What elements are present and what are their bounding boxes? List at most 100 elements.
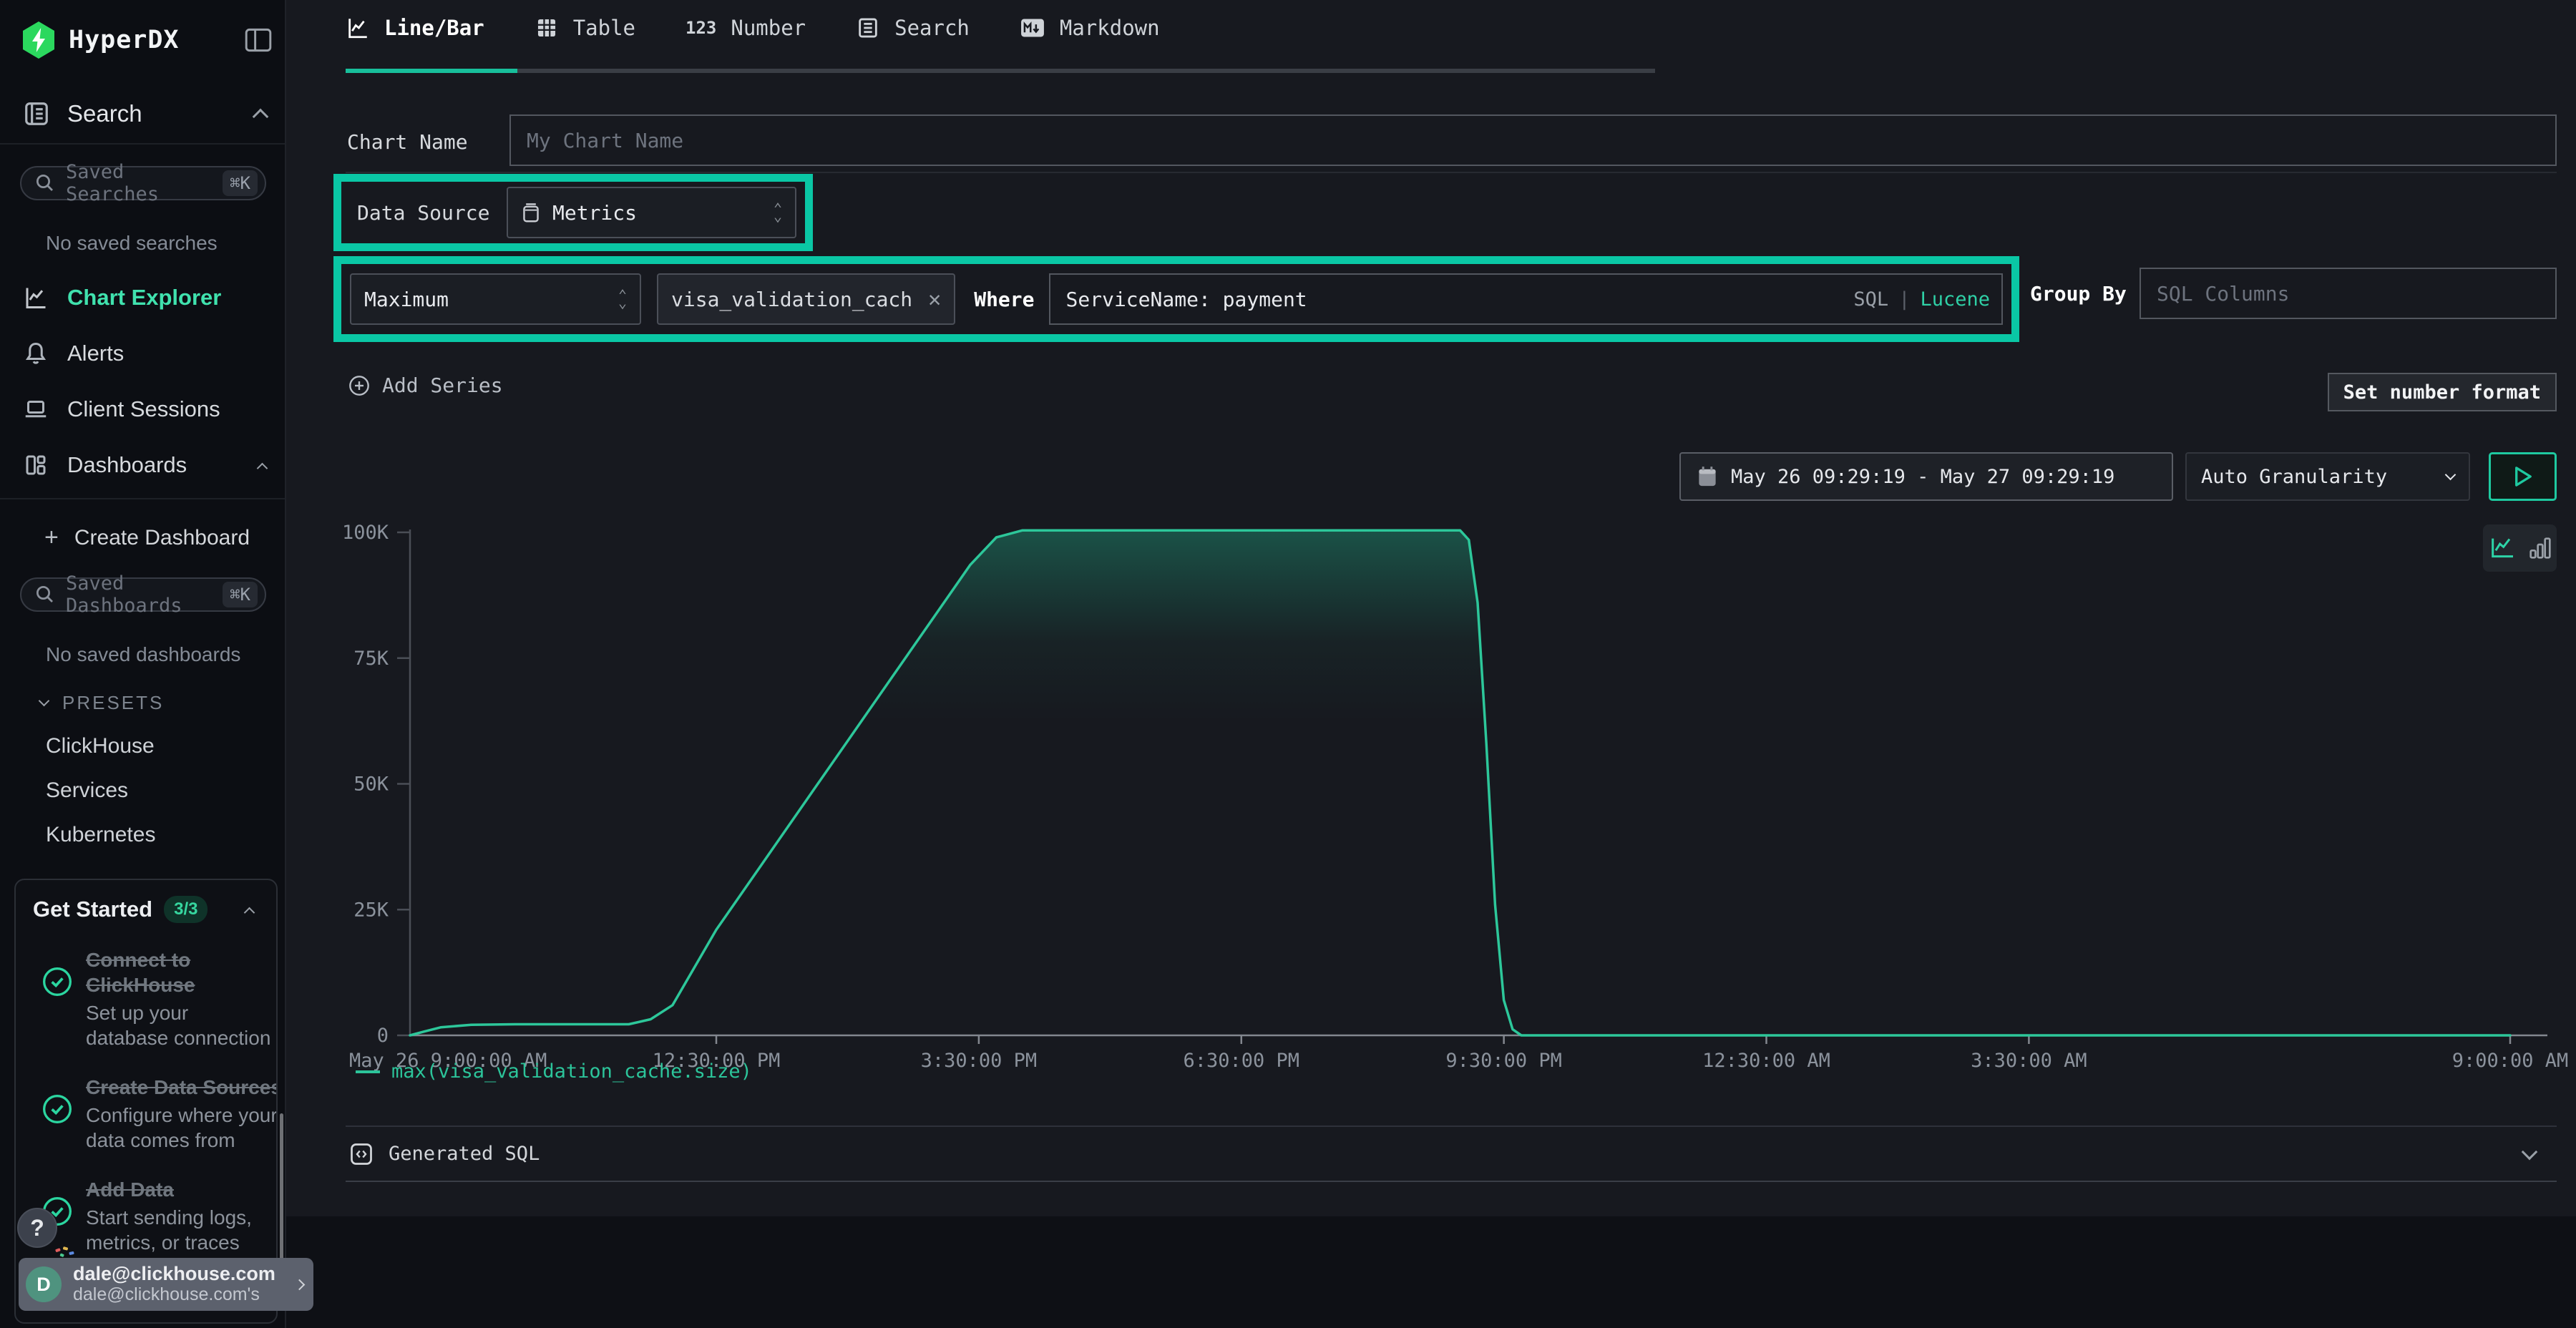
sidebar-scrollbar[interactable] bbox=[280, 1113, 283, 1266]
group-by-input[interactable] bbox=[2140, 268, 2557, 319]
close-icon[interactable]: ✕ bbox=[928, 287, 941, 312]
sidebar-item-client-sessions[interactable]: Client Sessions bbox=[0, 396, 285, 422]
tab-label: Search bbox=[894, 16, 970, 40]
get-started-item-desc: Configure where your data comes from bbox=[86, 1103, 278, 1153]
get-started-item-desc: Set up your database connection bbox=[86, 1000, 272, 1050]
sidebar-item-dashboards[interactable]: Dashboards bbox=[0, 452, 285, 478]
tab-label: Table bbox=[573, 16, 635, 40]
chevron-up-icon bbox=[253, 109, 269, 125]
svg-text:75K: 75K bbox=[353, 648, 389, 670]
sidebar-divider bbox=[0, 143, 285, 145]
avatar: D bbox=[26, 1266, 62, 1302]
get-started-item-title: Create Data Sources bbox=[86, 1075, 278, 1100]
preset-item-services[interactable]: Services bbox=[46, 778, 285, 803]
sidebar-divider bbox=[0, 498, 285, 499]
get-started-item-add-data[interactable]: Add Data Start sending logs, metrics, or… bbox=[33, 1177, 259, 1255]
sidebar-item-label: Chart Explorer bbox=[67, 285, 266, 311]
legend-series-label: max(visa_validation_cache.size) bbox=[391, 1060, 752, 1083]
sidebar-item-label: Dashboards bbox=[67, 452, 258, 478]
chevron-down-icon bbox=[2445, 469, 2457, 480]
divider bbox=[346, 172, 2557, 173]
sidebar-section-search[interactable]: Search bbox=[0, 100, 285, 127]
get-started-item-connect[interactable]: Connect to ClickHouse Set up your databa… bbox=[33, 947, 259, 1050]
preset-item-clickhouse[interactable]: ClickHouse bbox=[46, 734, 285, 758]
saved-searches-input[interactable]: Saved Searches ⌘K bbox=[20, 166, 266, 200]
get-started-header[interactable]: Get Started 3/3 bbox=[33, 896, 259, 923]
sidebar-item-chart-explorer[interactable]: Chart Explorer bbox=[0, 285, 285, 311]
metric-tag-label: visa_validation_cach bbox=[671, 288, 912, 311]
active-tab-indicator bbox=[346, 69, 517, 73]
logo-row: HyperDX bbox=[0, 0, 285, 59]
tab-markdown[interactable]: Markdown bbox=[1020, 16, 1160, 40]
query-language-toggle: SQL | Lucene bbox=[1853, 273, 1990, 325]
data-source-select[interactable]: Metrics ⌃⌃ bbox=[507, 187, 796, 238]
toggle-separator: | bbox=[1898, 288, 1910, 311]
sidebar-collapse-button[interactable] bbox=[245, 28, 272, 52]
date-range-value: May 26 09:29:19 - May 27 09:29:19 bbox=[1731, 466, 2114, 488]
markdown-icon bbox=[1020, 17, 1045, 39]
dashboards-icon bbox=[23, 452, 49, 478]
check-circle-icon bbox=[42, 1093, 73, 1153]
tab-line-bar[interactable]: Line/Bar bbox=[346, 16, 484, 40]
generated-sql-section[interactable]: Generated SQL bbox=[346, 1126, 2557, 1182]
laptop-icon bbox=[23, 396, 49, 422]
set-number-format-button[interactable]: Set number format bbox=[2328, 373, 2557, 411]
app-title: HyperDX bbox=[69, 26, 245, 54]
generated-sql-label: Generated SQL bbox=[389, 1143, 2524, 1165]
tab-search[interactable]: Search bbox=[856, 16, 970, 40]
svg-text:9:00:00 AM: 9:00:00 AM bbox=[2452, 1050, 2569, 1072]
svg-text:3:30:00 AM: 3:30:00 AM bbox=[1971, 1050, 2087, 1072]
svg-text:12:30:00 AM: 12:30:00 AM bbox=[1702, 1050, 1830, 1072]
user-menu[interactable]: D dale@clickhouse.com dale@clickhouse.co… bbox=[19, 1258, 313, 1311]
create-dashboard-button[interactable]: + Create Dashboard bbox=[44, 524, 285, 552]
chevron-down-icon bbox=[2522, 1143, 2538, 1160]
chart-legend: max(visa_validation_cache.size) bbox=[356, 1060, 752, 1083]
sql-toggle[interactable]: SQL bbox=[1853, 288, 1888, 311]
table-icon bbox=[535, 16, 559, 40]
tab-number[interactable]: 123 Number bbox=[686, 16, 806, 40]
no-saved-dashboards-note: No saved dashboards bbox=[46, 643, 285, 666]
get-started-item-title: Add Data bbox=[86, 1177, 265, 1202]
get-started-item-title: Connect to ClickHouse bbox=[86, 947, 265, 997]
chart-explorer-icon bbox=[23, 285, 49, 311]
metric-tag[interactable]: visa_validation_cach ✕ bbox=[657, 273, 955, 325]
tab-label: Markdown bbox=[1060, 16, 1160, 40]
bell-icon bbox=[23, 341, 49, 366]
chart-name-input[interactable] bbox=[509, 114, 2557, 166]
lucene-toggle[interactable]: Lucene bbox=[1920, 288, 1990, 311]
date-range-picker[interactable]: May 26 09:29:19 - May 27 09:29:19 bbox=[1679, 452, 2173, 501]
saved-dashboards-input[interactable]: Saved Dashboards ⌘K bbox=[20, 577, 266, 612]
code-icon bbox=[348, 1141, 374, 1167]
granularity-select[interactable]: Auto Granularity bbox=[2185, 452, 2470, 501]
sidebar-item-label: Client Sessions bbox=[67, 396, 266, 422]
tabs-underline bbox=[346, 69, 1655, 73]
run-query-button[interactable] bbox=[2489, 452, 2557, 501]
granularity-value: Auto Granularity bbox=[2201, 466, 2387, 488]
data-source-value: Metrics bbox=[552, 201, 637, 225]
chevron-down-icon bbox=[39, 695, 50, 707]
timeseries-chart[interactable]: 025K50K75K100KMay 26 9:00:00 AM12:30:00 … bbox=[286, 501, 2576, 1080]
database-icon bbox=[521, 202, 541, 223]
preset-item-kubernetes[interactable]: Kubernetes bbox=[46, 823, 285, 847]
plus-icon: + bbox=[44, 524, 59, 552]
no-saved-searches-note: No saved searches bbox=[46, 232, 285, 255]
play-icon bbox=[2514, 466, 2532, 487]
svg-text:3:30:00 PM: 3:30:00 PM bbox=[921, 1050, 1038, 1072]
user-team: dale@clickhouse.com's bbox=[73, 1284, 296, 1305]
search-list-icon bbox=[856, 16, 880, 40]
user-email: dale@clickhouse.com bbox=[73, 1264, 296, 1285]
tab-table[interactable]: Table bbox=[535, 16, 635, 40]
visualization-tabs: Line/Bar Table 123 Number Search Markdow… bbox=[346, 16, 1160, 40]
svg-text:0: 0 bbox=[377, 1025, 389, 1047]
presets-header[interactable]: PRESETS bbox=[40, 692, 285, 714]
help-button[interactable]: ? bbox=[17, 1208, 57, 1248]
add-series-button[interactable]: Add Series bbox=[348, 374, 503, 397]
get-started-item-desc: Start sending logs, metrics, or traces bbox=[86, 1205, 278, 1255]
check-circle-icon bbox=[42, 966, 73, 1050]
get-started-item-sources[interactable]: Create Data Sources Configure where your… bbox=[33, 1075, 259, 1153]
sidebar-item-alerts[interactable]: Alerts bbox=[0, 341, 285, 366]
aggregation-select[interactable]: Maximum ⌃⌃ bbox=[350, 273, 641, 325]
tab-label: Number bbox=[731, 16, 806, 40]
chevron-up-icon bbox=[257, 462, 268, 474]
svg-text:6:30:00 PM: 6:30:00 PM bbox=[1183, 1050, 1299, 1072]
